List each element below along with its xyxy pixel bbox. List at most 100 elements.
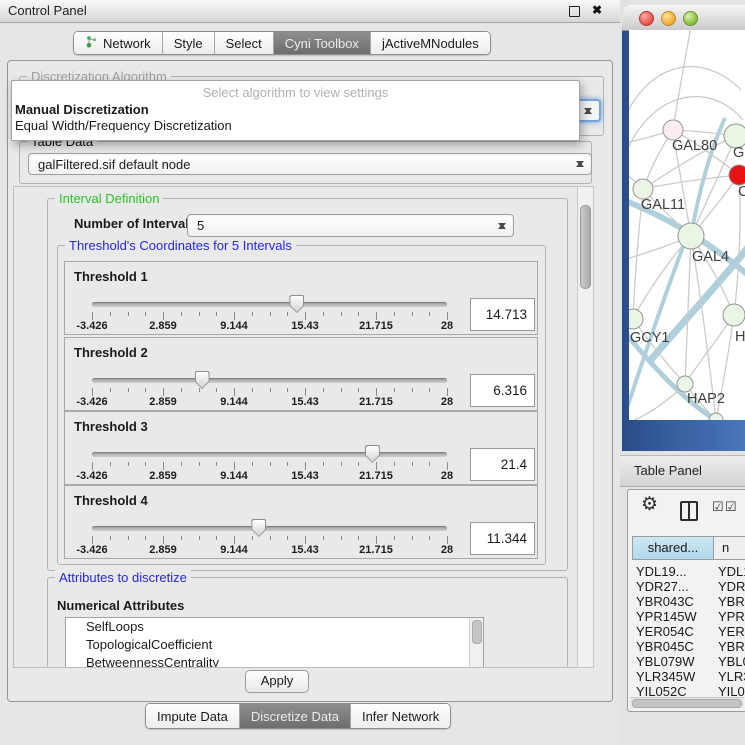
table-row[interactable]: YBR045CYBR0 bbox=[632, 639, 745, 654]
tick-mark bbox=[412, 536, 413, 540]
minimize-traffic-light-icon[interactable] bbox=[661, 11, 676, 26]
tick-mark bbox=[216, 312, 217, 316]
table-row[interactable]: YDR27...YDR2 bbox=[632, 579, 745, 594]
table-panel-titlebar: Table Panel bbox=[620, 455, 745, 487]
tick-mark bbox=[92, 312, 93, 320]
tick-mark bbox=[412, 462, 413, 466]
tick-mark bbox=[358, 536, 359, 540]
tab-network[interactable]: Network bbox=[74, 32, 163, 54]
tab-impute-data[interactable]: Impute Data bbox=[146, 704, 240, 728]
close-traffic-light-icon[interactable] bbox=[639, 11, 654, 26]
table-row[interactable]: YBR043CYBR0 bbox=[632, 594, 745, 609]
tick-mark bbox=[270, 536, 271, 540]
apply-button[interactable]: Apply bbox=[245, 670, 309, 693]
network-canvas[interactable]: GAL80GCGAL11GAL4GCY1HHAP2 bbox=[629, 30, 745, 420]
network-node-hap2[interactable] bbox=[677, 376, 693, 392]
tab-infer-network[interactable]: Infer Network bbox=[351, 704, 450, 728]
table-hscrollbar-thumb[interactable] bbox=[632, 699, 742, 708]
table-row[interactable]: YPR145WYPR1 bbox=[632, 609, 745, 624]
list-scrollbar-thumb[interactable] bbox=[472, 620, 482, 644]
tick-mark bbox=[376, 536, 377, 544]
combo-arrows-icon bbox=[576, 157, 584, 171]
network-node-gal80[interactable] bbox=[663, 120, 683, 140]
dropdown-option-equal-width[interactable]: Equal Width/Frequency Discretization bbox=[15, 118, 232, 133]
tab-jactivemnodules[interactable]: jActiveMNodules bbox=[371, 32, 490, 54]
table-panel-title: Table Panel bbox=[634, 456, 702, 485]
threshold-panel-4: Threshold 4 -3.4262.8599.14415.4321.7152… bbox=[64, 485, 538, 559]
table-row[interactable]: YBL079WYBL0 bbox=[632, 654, 745, 669]
tab-select[interactable]: Select bbox=[215, 32, 274, 54]
attribute-list-item[interactable]: BetweennessCentrality bbox=[66, 654, 483, 668]
attribute-list-item[interactable]: TopologicalCoefficient bbox=[66, 636, 483, 654]
list-scrollbar[interactable] bbox=[469, 618, 483, 667]
dropdown-hint: Select algorithm to view settings bbox=[12, 85, 579, 100]
attribute-list-item[interactable]: SelfLoops bbox=[66, 618, 483, 636]
zoom-traffic-light-icon[interactable] bbox=[683, 11, 698, 26]
tick-mark bbox=[270, 462, 271, 466]
tick-mark bbox=[376, 312, 377, 320]
threshold-value-field[interactable]: 21.4 bbox=[470, 448, 535, 481]
tick-mark bbox=[412, 312, 413, 316]
column-header-name[interactable]: n bbox=[713, 536, 745, 560]
threshold-value-field[interactable]: 11.344 bbox=[470, 522, 535, 555]
scale-label: 9.144 bbox=[220, 544, 248, 556]
number-of-intervals-value: 5 bbox=[197, 218, 204, 233]
tick-mark bbox=[358, 388, 359, 392]
panel-scrollbar-thumb[interactable] bbox=[580, 205, 591, 289]
tick-mark bbox=[323, 312, 324, 316]
table-hscrollbar[interactable] bbox=[630, 697, 744, 708]
slider-track[interactable] bbox=[92, 302, 447, 307]
gear-icon[interactable]: ⚙ bbox=[641, 493, 658, 516]
scale-label: 2.859 bbox=[149, 544, 177, 556]
network-node-gcy1[interactable] bbox=[629, 309, 643, 329]
network-node-h[interactable] bbox=[723, 304, 745, 326]
network-node-gal11[interactable] bbox=[633, 179, 653, 199]
slider-thumb[interactable] bbox=[289, 295, 304, 313]
table-row[interactable]: YDL19...YDL1 bbox=[632, 564, 745, 579]
checkbox-icon[interactable]: ☑ bbox=[712, 499, 724, 515]
node-label: GAL4 bbox=[692, 249, 729, 265]
scale-label: 28 bbox=[441, 544, 453, 556]
table-row[interactable]: YER054CYER0 bbox=[632, 624, 745, 639]
float-window-icon[interactable] bbox=[569, 6, 580, 17]
column-layout-icon[interactable] bbox=[680, 501, 698, 521]
tick-mark bbox=[145, 462, 146, 466]
dropdown-option-manual[interactable]: Manual Discretization bbox=[15, 102, 149, 117]
checkbox-icon[interactable]: ☑ bbox=[725, 499, 737, 515]
tick-mark bbox=[429, 312, 430, 316]
slider-thumb[interactable] bbox=[365, 445, 380, 463]
tick-mark bbox=[341, 388, 342, 392]
network-icon bbox=[85, 35, 98, 51]
scale-label: 21.715 bbox=[359, 470, 393, 482]
tick-mark bbox=[110, 536, 111, 540]
slider-track[interactable] bbox=[92, 452, 447, 457]
threshold-value-field[interactable]: 14.713 bbox=[470, 298, 535, 331]
tab-discretize-data[interactable]: Discretize Data bbox=[240, 704, 351, 728]
slider-thumb[interactable] bbox=[251, 519, 266, 537]
number-of-intervals-combobox[interactable]: 5 bbox=[187, 214, 514, 237]
panel-scrollbar[interactable] bbox=[577, 186, 594, 668]
tick-mark bbox=[341, 312, 342, 316]
control-panel-titlebar: Control Panel ✖ bbox=[0, 0, 620, 23]
tab-label: Impute Data bbox=[157, 709, 228, 724]
table-data-combobox[interactable]: galFiltered.sif default node bbox=[28, 153, 592, 175]
column-header-shared-name[interactable]: shared... bbox=[632, 536, 714, 560]
network-node-gal4[interactable] bbox=[678, 223, 704, 249]
slider-thumb[interactable] bbox=[195, 371, 210, 389]
table-row[interactable]: YLR345WYLR3 bbox=[632, 669, 745, 684]
close-icon[interactable]: ✖ bbox=[592, 3, 602, 17]
tick-mark bbox=[305, 462, 306, 470]
attributes-list[interactable]: SelfLoopsTopologicalCoefficientBetweenne… bbox=[65, 617, 484, 668]
threshold-value-field[interactable]: 6.316 bbox=[470, 374, 535, 407]
slider-track[interactable] bbox=[92, 526, 447, 531]
tab-style[interactable]: Style bbox=[163, 32, 215, 54]
node-label: C bbox=[738, 184, 745, 200]
tab-label: Cyni Toolbox bbox=[285, 36, 359, 51]
cell-shared-name: YPR145W bbox=[636, 609, 697, 624]
cell-shared-name: YBR045C bbox=[636, 639, 694, 654]
tab-cyni-toolbox[interactable]: Cyni Toolbox bbox=[274, 32, 371, 54]
network-node-c[interactable] bbox=[729, 165, 745, 185]
slider-track[interactable] bbox=[92, 378, 447, 383]
tick-mark bbox=[199, 536, 200, 540]
tick-mark bbox=[376, 388, 377, 396]
